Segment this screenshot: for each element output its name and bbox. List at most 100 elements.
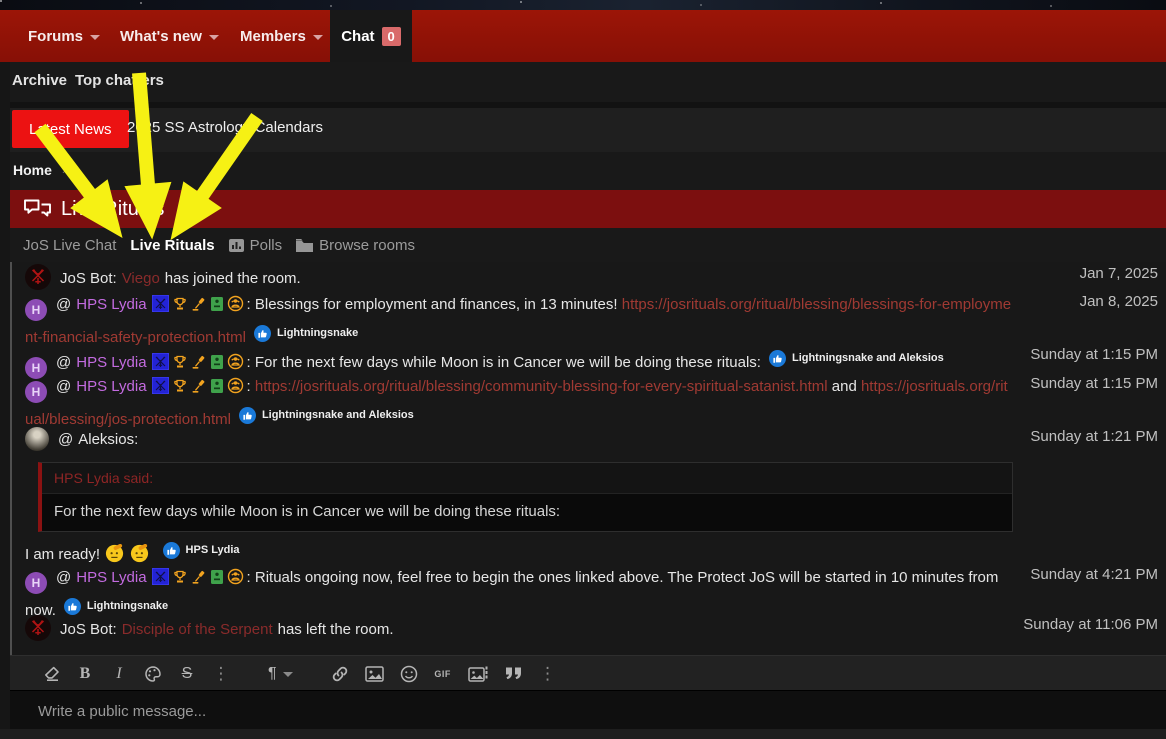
user-link[interactable]: Viego [122,270,160,287]
chat-message: H @ HPS Lydia: https://josrituals.org/ritu… [25,374,1015,432]
like-reaction[interactable]: Lightningsnake [253,321,358,346]
aleksios-avatar[interactable] [25,427,49,451]
gavel-badge-icon [191,377,207,402]
nav-members[interactable]: Members [240,10,323,62]
subnav-top-chatters[interactable]: Top chatters [75,72,164,89]
more-options-icon[interactable]: ⋮ [212,663,230,685]
strikethrough-button[interactable]: S [178,663,196,685]
message-text: I am ready! [25,546,100,563]
at-sign: @ [56,378,71,395]
chat-bubbles-icon [23,198,52,221]
gif-button[interactable]: GIF [434,663,452,685]
timestamp: Sunday at 11:06 PM [1023,616,1158,633]
breadcrumb-home[interactable]: Home [13,162,52,178]
bold-button[interactable]: B [76,663,94,685]
chat-message: H @ HPS Lydia : Blessings for employment an… [25,292,1015,350]
media-gallery-icon[interactable] [468,663,488,685]
bot-name: JoS Bot: [60,621,117,638]
quote-text: For the next few days while Moon is in C… [42,494,1012,531]
like-reaction[interactable]: Lightningsnake and Aleksios [238,403,414,428]
like-reaction[interactable]: HPS Lydia [162,538,240,563]
hps-lydia-avatar[interactable]: H [25,572,47,594]
nav-forums-label: Forums [28,28,83,45]
nav-whats-new[interactable]: What's new [120,10,219,62]
tab-live-rituals[interactable]: Live Rituals [130,237,214,254]
user-link[interactable]: HPS Lydia [76,378,146,395]
tab-label: JoS Live Chat [23,237,116,254]
timestamp: Sunday at 1:15 PM [1030,375,1158,392]
public-message-input[interactable] [36,691,940,732]
chat-message: @ Aleksios: [25,427,138,452]
nav-chat-label: Chat [341,28,374,45]
chevron-down-icon [313,35,323,40]
subnav-archive[interactable]: Archive [12,72,67,89]
text-color-icon[interactable] [144,663,162,685]
sigil-badge-icon [152,377,169,402]
trophy-badge-icon [172,295,188,320]
medal-badge-icon [227,377,244,402]
emoji-icon[interactable] [400,663,418,685]
chevron-down-icon [209,35,219,40]
gavel-badge-icon [191,295,207,320]
jos-bot-avatar[interactable] [25,615,51,649]
quote-icon[interactable] [504,663,523,685]
news-headline-link[interactable]: 2025 SS Astrology Calendars [127,119,323,136]
reaction-users: Lightningsnake and Aleksios [262,403,414,428]
tab-label: Live Rituals [130,237,214,254]
paragraph-format-button[interactable]: ¶ [268,663,293,685]
user-link[interactable]: HPS Lydia [76,296,146,313]
quote-attribution[interactable]: HPS Lydia said: [42,463,1012,494]
like-reaction[interactable]: Lightningsnake and Aleksios [768,346,944,371]
link-icon[interactable] [331,663,349,685]
user-link[interactable]: Disciple of the Serpent [122,621,273,638]
message-text: has joined the room. [165,270,301,287]
thumbs-up-icon [254,325,271,342]
breadcrumb: Home › [10,152,1166,190]
image-icon[interactable] [365,663,384,685]
colon: : [134,431,138,448]
remove-format-icon[interactable] [42,663,60,685]
timestamp: Jan 8, 2025 [1080,293,1158,310]
folder-icon [296,239,313,252]
starry-header-strip [0,0,1166,10]
tab-label: Browse rooms [319,237,415,254]
colon: : [247,378,251,395]
nav-forums[interactable]: Forums [28,10,100,62]
tab-browse-rooms[interactable]: Browse rooms [296,237,415,254]
tab-label: Polls [250,237,283,254]
room-title: Live Rituals [61,198,164,221]
ritual-link[interactable]: https://josrituals.org/ritual/blessing/c… [255,378,828,395]
quote-block: HPS Lydia said: For the next few days wh… [38,462,1013,532]
tab-polls[interactable]: Polls [229,237,283,254]
thumbs-up-icon [239,407,256,424]
chevron-down-icon [283,672,293,677]
sigil-badge-icon [152,295,169,320]
message-text: : Blessings for employment and finances,… [247,296,618,313]
latest-news-button[interactable]: Latest News [12,110,129,148]
user-link[interactable]: HPS Lydia [76,569,146,586]
timestamp: Sunday at 1:21 PM [1030,428,1158,445]
italic-button[interactable]: I [110,663,128,685]
hps-lydia-avatar[interactable]: H [25,381,47,403]
hps-lydia-avatar[interactable]: H [25,299,47,321]
paragraph-glyph: ¶ [268,665,277,683]
at-sign: @ [56,354,71,371]
tab-jos-live-chat[interactable]: JoS Live Chat [23,237,116,254]
at-sign: @ [56,296,71,313]
reaction-users: Lightningsnake and Aleksios [792,346,944,371]
bot-name: JoS Bot: [60,270,117,287]
message-input-row [10,690,1166,730]
timestamp: Sunday at 4:21 PM [1030,566,1158,583]
user-link[interactable]: Aleksios [78,431,134,448]
breadcrumb-separator-icon: › [62,162,66,177]
message-text: and [832,378,857,395]
nav-chat-tab[interactable]: Chat 0 [330,10,412,62]
timestamp: Sunday at 1:15 PM [1030,346,1158,363]
room-tabs: JoS Live Chat Live Rituals Polls Browse … [10,228,1166,262]
timestamp: Jan 7, 2025 [1080,265,1158,282]
at-sign: @ [58,431,73,448]
user-link[interactable]: HPS Lydia [76,354,146,371]
more-options-icon[interactable]: ⋮ [539,663,557,685]
thumbs-up-icon [163,542,180,559]
green-book-badge-icon [210,568,224,593]
